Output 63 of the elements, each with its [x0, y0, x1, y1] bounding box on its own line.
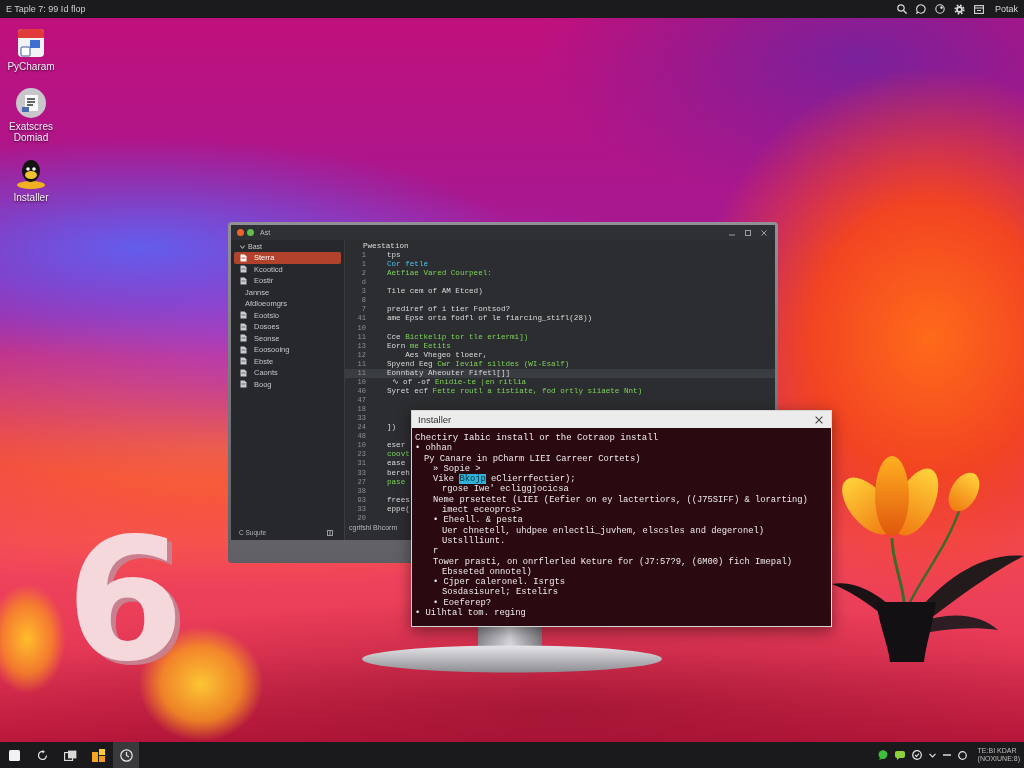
- file-icon: [240, 311, 247, 320]
- window-title: Installer: [418, 414, 452, 425]
- file-icon: [240, 322, 247, 331]
- log-line: • Eheell. & pesta: [433, 515, 523, 526]
- minus-icon[interactable]: [942, 754, 951, 756]
- chevron-down-icon[interactable]: [928, 752, 936, 758]
- file-icon: [240, 380, 247, 389]
- search-icon[interactable]: [897, 4, 907, 14]
- log-line: Ebsseted onnotel): [442, 566, 532, 577]
- taskbar-button[interactable]: [113, 742, 139, 768]
- chat-icon[interactable]: [877, 750, 888, 760]
- user-name[interactable]: Potak: [995, 4, 1018, 14]
- maximize-icon[interactable]: [745, 229, 751, 236]
- close-icon: [815, 415, 823, 424]
- ring-icon[interactable]: [935, 4, 945, 14]
- refresh-icon: [36, 749, 48, 761]
- file-icon: [240, 253, 247, 262]
- log-line: Vike Bkojp eClierrfectier);: [433, 474, 576, 485]
- window-stack-icon: [63, 749, 77, 761]
- check-circle-icon[interactable]: [911, 750, 922, 760]
- top-bar-title: E Taple 7: 99 Id flop: [6, 4, 86, 14]
- clock-icon: [119, 748, 133, 762]
- log-line: Sosdasisurel; Estelirs: [442, 587, 559, 598]
- dot-icon[interactable]: [247, 229, 254, 236]
- file-icon: [240, 357, 247, 366]
- log-line: • Eoeferep?: [433, 597, 492, 608]
- app-tile-icon: [16, 28, 46, 58]
- chevron-down-icon[interactable]: [240, 244, 245, 249]
- log-line: Chectiry Iabic install or the Cotraop install: [415, 433, 659, 443]
- square-icon: [8, 749, 20, 761]
- panel-icon[interactable]: [327, 529, 333, 536]
- message-icon[interactable]: [894, 750, 905, 760]
- ring-icon[interactable]: [957, 750, 967, 760]
- file-icon: [240, 334, 247, 343]
- chat-bubble-icon[interactable]: [916, 4, 926, 14]
- log-line: r: [433, 546, 439, 557]
- desktop-shortcut[interactable]: Exatscres Domiad: [0, 88, 62, 143]
- file-icon: [240, 276, 247, 285]
- window-icon[interactable]: [974, 4, 984, 14]
- log-line: Neme prsetetet (LIEI (Eefier on ey lactertiors, ((J75SIFF) & lorarting): [433, 494, 808, 505]
- dot-icon[interactable]: [237, 229, 244, 236]
- gear-icon[interactable]: [954, 3, 965, 15]
- log-line: Tower prasti, on onrflerled Keture for (J7:57?9, (6M00) fich Imepal): [433, 556, 792, 567]
- tiles-icon: [91, 748, 105, 762]
- log-line: » Sopie >: [433, 463, 481, 474]
- close-icon[interactable]: [761, 229, 767, 236]
- desktop-shortcut[interactable]: Installer: [0, 159, 62, 203]
- file-icon: [240, 345, 247, 354]
- log-line: • Uilhtal tom. reging: [415, 608, 526, 619]
- desktop-shortcut[interactable]: PyCharam: [0, 28, 62, 72]
- log-line: Ustsllliunt.: [442, 535, 506, 547]
- file-icon: [240, 368, 247, 377]
- log-line: imect eceoprcs>: [442, 505, 522, 516]
- log-line: Py Canare in pCharm LIEI Carreer Cortets): [424, 453, 641, 464]
- penguin-icon: [16, 159, 46, 189]
- file-icon: [240, 265, 247, 274]
- document-icon: [16, 88, 46, 118]
- log-line: Uer chnetell, uhdpee enlectli_juvhem, elscsles and degeronel): [442, 525, 765, 536]
- log-line: rgose Iwe' ecliggjocicsa: [442, 484, 569, 495]
- close-button[interactable]: [815, 415, 823, 424]
- log-line: • Cjper caleronel. Isrgts: [433, 577, 565, 588]
- log-line: • ohhan: [415, 443, 452, 454]
- number-sculpture: 6: [66, 515, 185, 685]
